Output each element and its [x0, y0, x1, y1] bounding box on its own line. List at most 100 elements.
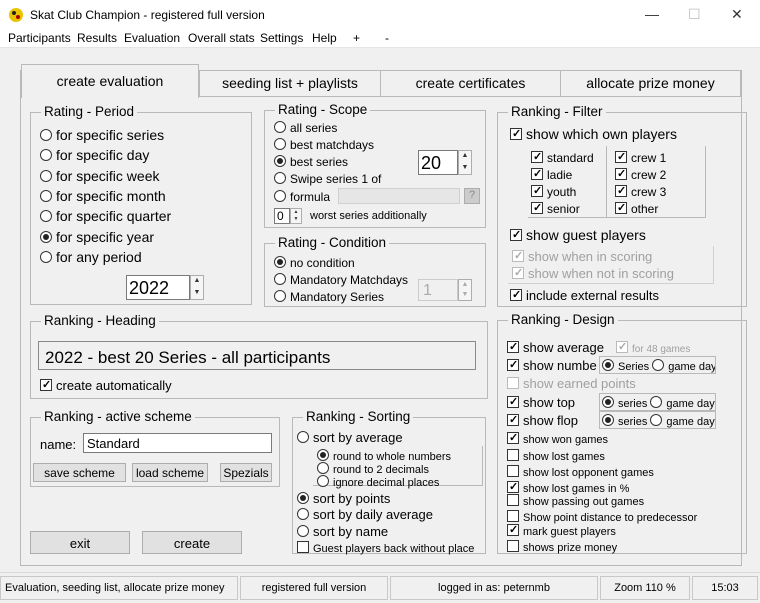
- scope-best-matchdays[interactable]: best matchdays: [274, 138, 374, 152]
- menu-plus[interactable]: +: [353, 31, 360, 45]
- menu-settings[interactable]: Settings: [260, 31, 303, 45]
- crew-1-check[interactable]: crew 1: [615, 151, 666, 165]
- group-youth-check[interactable]: youth: [531, 185, 576, 199]
- tab-create-evaluation[interactable]: create evaluation: [21, 64, 199, 98]
- show-won-games-check[interactable]: show won games: [507, 432, 608, 446]
- scope-swipe-series[interactable]: Swipe series 1 of: [274, 172, 381, 186]
- checkbox-icon[interactable]: [507, 510, 519, 522]
- scope-best-series[interactable]: best series: [274, 155, 348, 169]
- condition-none[interactable]: no condition: [274, 256, 355, 270]
- radio-icon[interactable]: [297, 492, 309, 504]
- up-icon[interactable]: ▲: [291, 209, 301, 216]
- group-senior-check[interactable]: senior: [531, 202, 580, 216]
- period-specific-day[interactable]: for specific day: [40, 147, 149, 163]
- sort-by-name[interactable]: sort by name: [297, 524, 388, 539]
- checkbox-icon[interactable]: [615, 202, 627, 214]
- minimize-icon[interactable]: —: [645, 6, 659, 22]
- show-lost-pct-check[interactable]: show lost games in %: [507, 481, 629, 495]
- create-automatically-check[interactable]: create automatically: [40, 378, 172, 393]
- period-specific-series[interactable]: for specific series: [40, 127, 164, 143]
- exit-button[interactable]: exit: [30, 531, 130, 554]
- condition-mandatory-series[interactable]: Mandatory Series: [274, 290, 384, 304]
- radio-icon[interactable]: [40, 210, 52, 222]
- checkbox-icon[interactable]: [507, 432, 519, 444]
- show-point-distance-check[interactable]: Show point distance to predecessor: [507, 510, 697, 524]
- formula-help-button[interactable]: ?: [464, 188, 480, 204]
- menu-overall-stats[interactable]: Overall stats: [188, 31, 255, 45]
- group-standard-check[interactable]: standard: [531, 151, 594, 165]
- ignore-decimal-places[interactable]: ignore decimal places: [317, 475, 439, 489]
- checkbox-icon[interactable]: [507, 465, 519, 477]
- period-specific-week[interactable]: for specific week: [40, 168, 159, 184]
- checkbox-icon[interactable]: [507, 414, 519, 426]
- tab-seeding-list[interactable]: seeding list + playlists: [199, 70, 381, 97]
- checkbox-icon[interactable]: [507, 481, 519, 493]
- down-icon[interactable]: ▼: [291, 216, 301, 223]
- worst-count-spinner[interactable]: ▲ ▼: [290, 208, 302, 224]
- crew-other-check[interactable]: other: [615, 202, 658, 216]
- show-prize-money-check[interactable]: shows prize money: [507, 540, 617, 554]
- checkbox-icon[interactable]: [507, 341, 519, 353]
- period-specific-year[interactable]: for specific year: [40, 229, 154, 245]
- create-button[interactable]: create: [142, 531, 242, 554]
- best-count-input[interactable]: 20: [418, 150, 458, 175]
- menu-participants[interactable]: Participants: [8, 31, 71, 45]
- checkbox-icon[interactable]: [510, 289, 522, 301]
- include-external-check[interactable]: include external results: [510, 288, 659, 303]
- period-specific-quarter[interactable]: for specific quarter: [40, 208, 171, 224]
- group-ladie-check[interactable]: ladie: [531, 168, 572, 182]
- worst-count-input[interactable]: 0: [274, 208, 290, 224]
- crew-2-check[interactable]: crew 2: [615, 168, 666, 182]
- menu-minus[interactable]: -: [385, 31, 389, 45]
- radio-icon[interactable]: [40, 231, 52, 243]
- round-2-decimals[interactable]: round to 2 decimals: [317, 462, 429, 476]
- ranking-heading-input[interactable]: 2022 - best 20 Series - all participants: [38, 341, 476, 370]
- radio-icon[interactable]: [40, 170, 52, 182]
- radio-icon[interactable]: [274, 273, 286, 285]
- menu-help[interactable]: Help: [312, 31, 337, 45]
- radio-icon[interactable]: [40, 129, 52, 141]
- sort-by-average[interactable]: sort by average: [297, 430, 403, 445]
- maximize-icon[interactable]: ☐: [688, 6, 701, 23]
- radio-icon[interactable]: [274, 172, 286, 184]
- checkbox-icon[interactable]: [510, 128, 522, 140]
- show-lost-games-check[interactable]: show lost games: [507, 449, 605, 463]
- radio-icon[interactable]: [317, 449, 329, 461]
- tab-prize-money[interactable]: allocate prize money: [560, 70, 741, 97]
- menu-results[interactable]: Results: [77, 31, 117, 45]
- checkbox-icon[interactable]: [531, 202, 543, 214]
- show-own-players-check[interactable]: show which own players: [510, 126, 677, 142]
- radio-icon[interactable]: [652, 359, 665, 371]
- show-lost-opponent-check[interactable]: show lost opponent games: [507, 465, 654, 479]
- checkbox-icon[interactable]: [615, 168, 627, 180]
- condition-mandatory-matchdays[interactable]: Mandatory Matchdays: [274, 273, 408, 287]
- round-whole-numbers[interactable]: round to whole numbers: [317, 449, 451, 463]
- show-passing-out-check[interactable]: show passing out games: [507, 494, 644, 508]
- checkbox-icon[interactable]: [615, 151, 627, 163]
- best-count-spinner[interactable]: ▲ ▼: [458, 150, 472, 175]
- checkbox-icon[interactable]: [531, 168, 543, 180]
- save-scheme-button[interactable]: save scheme: [33, 463, 126, 482]
- menu-evaluation[interactable]: Evaluation: [124, 31, 180, 45]
- radio-icon[interactable]: [650, 414, 663, 426]
- checkbox-icon[interactable]: [507, 396, 519, 408]
- checkbox-icon[interactable]: [615, 185, 627, 197]
- radio-icon[interactable]: [602, 414, 614, 426]
- radio-icon[interactable]: [274, 155, 286, 167]
- year-spinner[interactable]: ▲ ▼: [190, 275, 204, 300]
- radio-icon[interactable]: [40, 190, 52, 202]
- checkbox-icon[interactable]: [510, 229, 522, 241]
- radio-icon[interactable]: [274, 121, 286, 133]
- period-any-period[interactable]: for any period: [40, 249, 142, 265]
- mark-guest-players-check[interactable]: mark guest players: [507, 524, 616, 538]
- radio-icon[interactable]: [274, 190, 286, 202]
- radio-icon[interactable]: [274, 256, 286, 268]
- scope-all-series[interactable]: all series: [274, 121, 337, 135]
- scope-formula[interactable]: formula: [274, 190, 330, 204]
- period-specific-month[interactable]: for specific month: [40, 188, 166, 204]
- show-flop-check[interactable]: show flop: [507, 413, 578, 428]
- close-icon[interactable]: ✕: [731, 6, 743, 23]
- spezials-button[interactable]: Spezials: [220, 463, 272, 482]
- down-icon[interactable]: ▼: [191, 288, 203, 300]
- show-guest-players-check[interactable]: show guest players: [510, 227, 646, 243]
